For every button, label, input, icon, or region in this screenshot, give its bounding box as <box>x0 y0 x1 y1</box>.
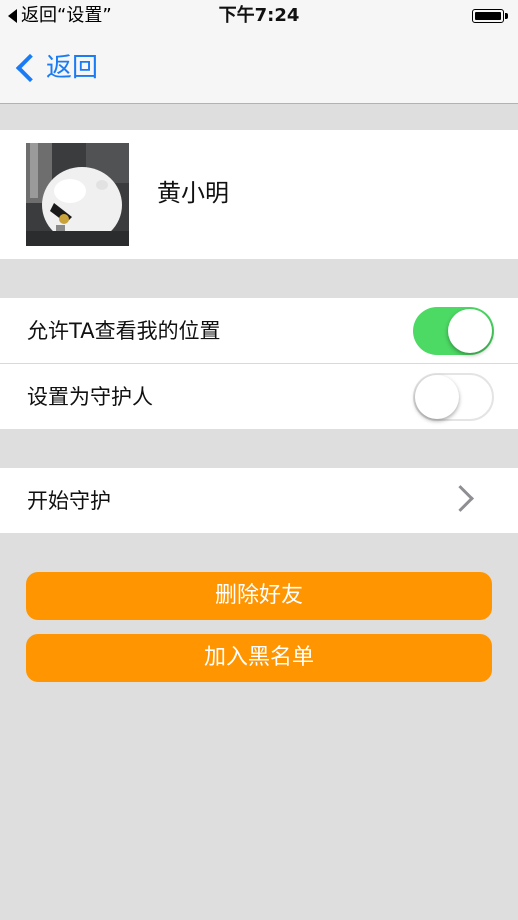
start-guard-label: 开始守护 <box>27 489 111 513</box>
profile-card: 黄小明 <box>0 130 518 259</box>
profile-name: 黄小明 <box>157 179 229 207</box>
setting-row-share-location: 允许TA查看我的位置 <box>0 298 518 364</box>
navigation-bar: 返回 <box>0 34 518 104</box>
share-location-toggle[interactable] <box>413 307 494 355</box>
battery-icon <box>472 9 508 25</box>
status-time: 下午7:24 <box>218 5 300 26</box>
start-guard-row[interactable]: 开始守护 <box>0 468 518 533</box>
chevron-right-icon <box>447 485 474 512</box>
setting-row-guardian: 设置为守护人 <box>0 364 518 429</box>
toggle-knob <box>448 309 492 353</box>
guardian-toggle[interactable] <box>413 373 494 421</box>
add-to-blacklist-button[interactable]: 加入黑名单 <box>26 634 492 682</box>
status-bar: 返回“设置” 下午7:24 <box>0 0 518 34</box>
chevron-left-icon <box>15 53 45 83</box>
back-button-label: 返回 <box>46 53 99 83</box>
setting-label-share-location: 允许TA查看我的位置 <box>27 319 221 343</box>
avatar[interactable] <box>26 143 129 246</box>
toggle-knob <box>415 375 459 419</box>
back-button[interactable]: 返回 <box>12 48 98 88</box>
setting-label-guardian: 设置为守护人 <box>27 385 153 409</box>
delete-friend-button[interactable]: 删除好友 <box>26 572 492 620</box>
settings-card: 允许TA查看我的位置 设置为守护人 <box>0 298 518 429</box>
